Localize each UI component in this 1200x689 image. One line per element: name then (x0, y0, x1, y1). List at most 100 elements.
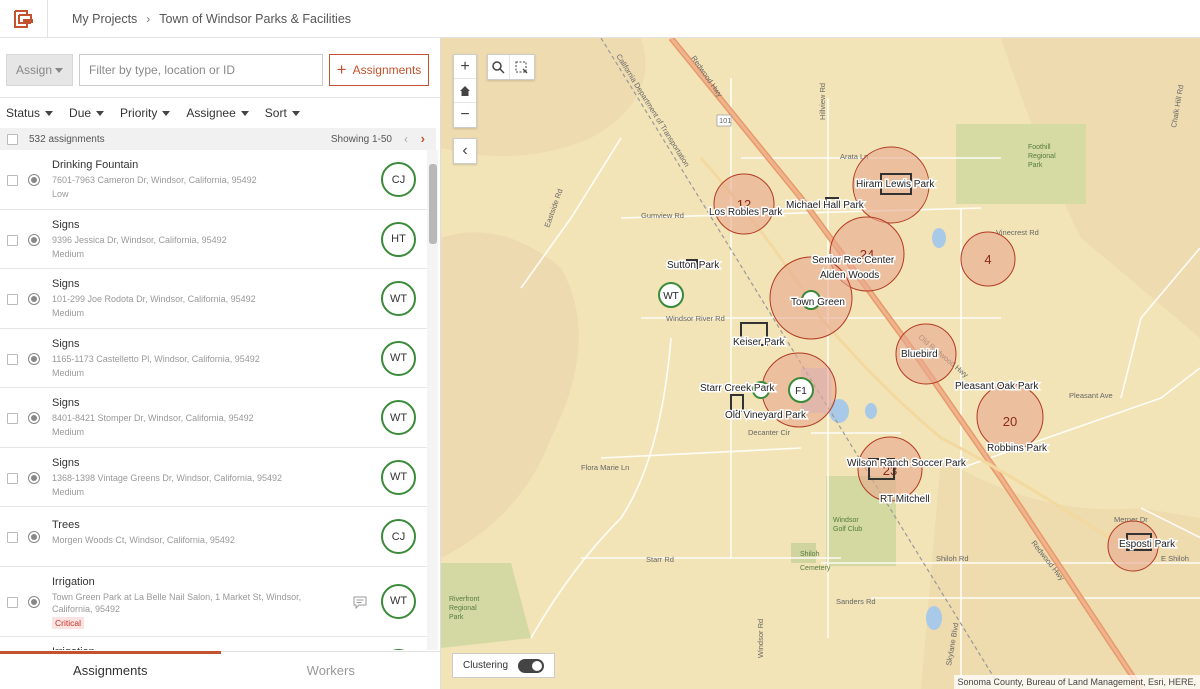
list-item[interactable]: Irrigation (0, 637, 427, 651)
row-checkbox[interactable] (7, 175, 18, 186)
place-label: Town Green (791, 297, 845, 308)
map-view[interactable]: Arata Ln Gumview Rd Vinecrest Rd Windsor… (441, 38, 1200, 689)
svg-text:Pleasant Ave: Pleasant Ave (1069, 391, 1113, 400)
worker-avatar[interactable]: WT (381, 340, 416, 376)
list-item[interactable]: Irrigation Town Green Park at La Belle N… (0, 567, 427, 637)
tab-assignments[interactable]: Assignments (0, 651, 221, 689)
filter-sort[interactable]: Sort (265, 106, 300, 120)
row-checkbox[interactable] (7, 294, 18, 305)
worker-avatar[interactable]: WT (381, 281, 416, 316)
list-item[interactable]: Signs 1165-1173 Castelletto Pl, Windsor,… (0, 329, 427, 388)
place-label: Starr Creek Park (700, 383, 775, 394)
search-icon (492, 60, 505, 74)
assignment-type: Trees (52, 519, 80, 531)
row-checkbox[interactable] (7, 472, 18, 484)
select-area-button[interactable] (510, 55, 532, 79)
collapse-panel-button[interactable]: ‹ (454, 139, 476, 163)
status-icon (28, 595, 40, 608)
list-item[interactable]: Trees Morgen Woods Ct, Windsor, Californ… (0, 507, 427, 567)
panel-toolbar: Assign + Assignments (0, 38, 441, 98)
previous-page-icon[interactable]: ‹ (404, 132, 408, 146)
worker-avatar[interactable]: CJ (381, 519, 416, 554)
clustering-toggle[interactable] (518, 658, 545, 673)
status-icon (28, 233, 40, 246)
assignment-address: 1368-1398 Vintage Greens Dr, Windsor, Ca… (52, 472, 282, 483)
svg-text:Gumview Rd: Gumview Rd (641, 211, 684, 220)
cluster-marker[interactable]: 23 (857, 436, 923, 502)
svg-text:4: 4 (984, 252, 991, 267)
worker-avatar[interactable]: HT (381, 221, 416, 257)
clustering-toggle-panel: Clustering (452, 653, 556, 678)
next-page-icon[interactable]: › (421, 131, 425, 146)
list-item[interactable]: Signs 1368-1398 Vintage Greens Dr, Winds… (0, 448, 427, 507)
place-label: Michael Hall Park (786, 200, 865, 211)
list-item[interactable]: Signs 8401-8421 Stomper Dr, Windsor, Cal… (0, 388, 427, 448)
filter-input[interactable] (79, 54, 323, 86)
home-button[interactable] (454, 79, 476, 103)
home-icon (460, 85, 470, 96)
zoom-in-button[interactable]: + (454, 55, 476, 79)
add-assignments-button[interactable]: + Assignments (329, 54, 429, 86)
assignment-address: 9396 Jessica Dr, Windsor, California, 95… (52, 234, 227, 245)
assign-dropdown[interactable]: Assign (6, 54, 73, 86)
row-checkbox[interactable] (7, 413, 18, 424)
cluster-marker[interactable]: 4 (960, 231, 1016, 287)
svg-text:Hillview Rd: Hillview Rd (818, 83, 827, 120)
assignment-type: Drinking Fountain (52, 159, 139, 171)
place-label: Alden Woods (820, 270, 879, 281)
filter-due[interactable]: Due (69, 106, 105, 120)
place-label: RT Mitchell (880, 494, 930, 505)
tab-workers[interactable]: Workers (221, 652, 442, 689)
zoom-out-button[interactable]: − (454, 103, 476, 127)
cluster-marker[interactable]: 12 (713, 173, 775, 235)
filter-status-label: Status (6, 106, 41, 120)
assign-label: Assign (16, 63, 53, 77)
assignment-list: Drinking Fountain 7601-7963 Cameron Dr, … (0, 150, 427, 650)
list-item[interactable]: Signs 9396 Jessica Dr, Windsor, Californ… (0, 210, 427, 269)
assignment-type: Signs (52, 337, 80, 350)
filter-status[interactable]: Status (6, 106, 54, 120)
row-checkbox[interactable] (7, 596, 18, 608)
svg-text:Windsor River Rd: Windsor River Rd (666, 314, 725, 323)
assignment-type: Irrigation (52, 646, 95, 651)
row-checkbox[interactable] (7, 234, 18, 246)
list-item[interactable]: Signs 101-299 Joe Rodota Dr, Windsor, Ca… (0, 269, 427, 329)
breadcrumb-project[interactable]: Town of Windsor Parks & Facilities (159, 12, 351, 26)
map-search-button[interactable] (488, 55, 510, 79)
place-label: Bluebird (901, 349, 938, 360)
worker-marker[interactable]: F1 (788, 377, 814, 403)
worker-avatar[interactable]: WT (381, 583, 416, 619)
worker-avatar[interactable]: WT (381, 400, 416, 435)
filter-priority[interactable]: Priority (120, 106, 171, 120)
svg-text:Golf Club: Golf Club (833, 526, 862, 533)
svg-text:Foothill: Foothill (1028, 144, 1051, 151)
assignment-count: 532 assignments (29, 133, 105, 145)
svg-text:Sanders Rd: Sanders Rd (836, 597, 876, 606)
assignment-type: Signs (52, 278, 80, 290)
worker-marker[interactable]: WT (658, 282, 684, 308)
status-icon (28, 531, 40, 543)
worker-avatar[interactable]: WT (381, 459, 416, 495)
row-checkbox[interactable] (7, 353, 18, 365)
worker-avatar[interactable]: CJ (381, 162, 416, 197)
worker-avatar[interactable] (381, 648, 416, 650)
comment-icon[interactable] (353, 596, 367, 614)
caret-down-icon (162, 110, 171, 116)
workforce-logo-icon[interactable] (0, 0, 48, 38)
assignment-type: Irrigation (52, 575, 95, 588)
filter-due-label: Due (69, 106, 92, 120)
assignment-priority: Low (52, 189, 69, 199)
svg-text:E Shiloh: E Shiloh (1161, 554, 1189, 563)
filter-assignee[interactable]: Assignee (186, 106, 249, 120)
zoom-controls: + − (453, 54, 477, 128)
assignment-priority: Medium (52, 248, 85, 259)
cluster-marker[interactable]: 20 (976, 383, 1044, 451)
list-item[interactable]: Drinking Fountain 7601-7963 Cameron Dr, … (0, 150, 427, 210)
svg-text:Decanter Cir: Decanter Cir (748, 428, 791, 437)
showing-range: Showing 1-50 (330, 133, 392, 145)
map-canvas[interactable]: Arata Ln Gumview Rd Vinecrest Rd Windsor… (441, 38, 1200, 689)
breadcrumb-my-projects[interactable]: My Projects (72, 12, 137, 26)
row-checkbox[interactable] (7, 532, 18, 543)
select-all-checkbox[interactable] (7, 133, 18, 145)
list-scrollbar-thumb[interactable] (429, 164, 437, 244)
